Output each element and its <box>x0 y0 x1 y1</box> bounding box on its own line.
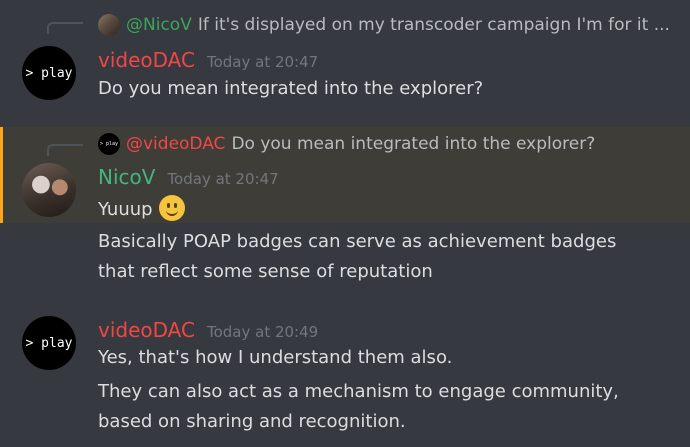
message-header: NicoV Today at 20:47 <box>98 165 279 189</box>
reply-author[interactable]: @videoDAC <box>126 134 225 154</box>
username[interactable]: videoDAC <box>98 48 195 72</box>
message-text: Basically POAP badges can serve as achie… <box>98 231 617 252</box>
reply-connector <box>47 144 83 156</box>
message-2: > play @videoDAC Do you mean integrated … <box>0 127 690 223</box>
nicov-avatar[interactable] <box>22 163 76 217</box>
reply-text: Do you mean integrated into the explorer… <box>231 134 596 154</box>
message-text: Do you mean integrated into the explorer… <box>98 78 484 99</box>
message-text-content: Yuuup <box>98 199 153 220</box>
message-1: @NicoV If it's displayed on my transcode… <box>0 0 690 110</box>
message-text: Yuuup <box>98 195 185 221</box>
timestamp: Today at 20:47 <box>167 170 279 188</box>
message-3: > play videoDAC Today at 20:49 Yes, that… <box>0 300 690 447</box>
slightly-smiling-face-icon <box>158 195 185 221</box>
reply-text: If it's displayed on my transcoder campa… <box>197 15 670 35</box>
videodac-mini-avatar: > play <box>98 133 120 155</box>
reply-preview[interactable]: > play @videoDAC Do you mean integrated … <box>98 133 595 155</box>
nicov-mini-avatar <box>98 14 120 36</box>
message-text: Yes, that's how I understand them also. <box>98 347 453 368</box>
message-header: videoDAC Today at 20:47 <box>98 48 318 72</box>
videodac-avatar[interactable]: > play <box>22 316 76 370</box>
message-header: videoDAC Today at 20:49 <box>98 318 318 342</box>
timestamp: Today at 20:47 <box>206 53 319 71</box>
timestamp: Today at 20:49 <box>206 323 319 341</box>
message-text: They can also act as a mechanism to enga… <box>98 381 619 402</box>
videodac-avatar[interactable]: > play <box>22 46 76 100</box>
message-text: based on sharing and recognition. <box>98 411 406 432</box>
message-text: that reflect some sense of reputation <box>98 261 433 282</box>
reply-preview[interactable]: @NicoV If it's displayed on my transcode… <box>98 14 670 36</box>
username[interactable]: NicoV <box>98 165 155 189</box>
username[interactable]: videoDAC <box>98 318 195 342</box>
reply-connector <box>47 22 83 34</box>
reply-author[interactable]: @NicoV <box>126 15 192 35</box>
avatar-text: > play <box>25 65 73 81</box>
mini-avatar-text: > play <box>99 141 119 147</box>
avatar-text: > play <box>25 335 73 351</box>
